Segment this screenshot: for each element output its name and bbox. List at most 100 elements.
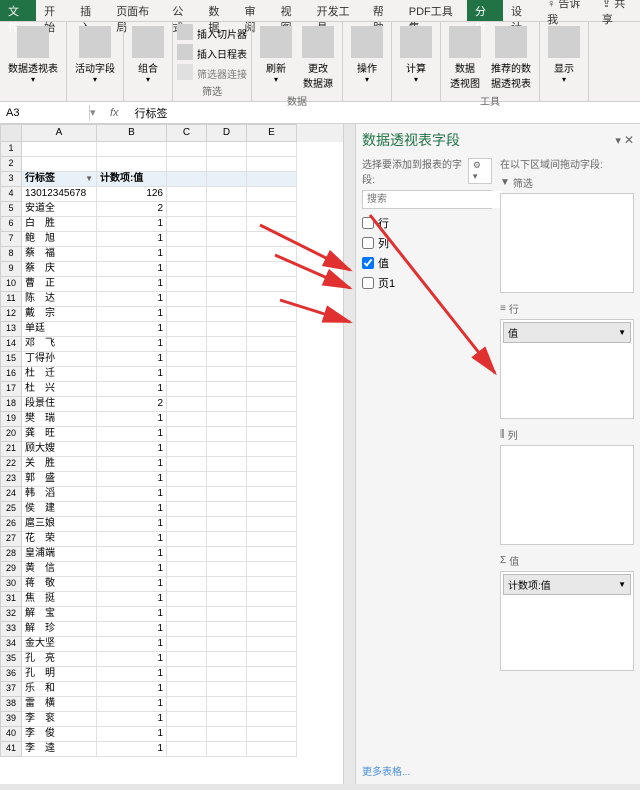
cell[interactable] — [207, 187, 247, 202]
group-button[interactable]: 组合 ▾ — [128, 24, 168, 86]
cell[interactable]: 1 — [97, 487, 167, 502]
cell[interactable] — [207, 442, 247, 457]
cell[interactable] — [247, 142, 297, 157]
row-header[interactable]: 11 — [0, 292, 22, 307]
cell[interactable] — [207, 247, 247, 262]
field-item-page[interactable]: 页1 — [362, 273, 492, 293]
cell[interactable] — [167, 217, 207, 232]
cell[interactable]: 樊 瑞 — [22, 412, 97, 427]
row-header[interactable]: 21 — [0, 442, 22, 457]
cell[interactable] — [167, 547, 207, 562]
row-header[interactable]: 13 — [0, 322, 22, 337]
row-header[interactable]: 12 — [0, 307, 22, 322]
cell[interactable] — [167, 607, 207, 622]
cell[interactable]: 孔 亮 — [22, 652, 97, 667]
more-tables-link[interactable]: 更多表格... — [362, 763, 492, 778]
cell[interactable] — [247, 697, 297, 712]
cell[interactable] — [167, 622, 207, 637]
cell[interactable] — [207, 487, 247, 502]
cell[interactable] — [207, 652, 247, 667]
cell[interactable] — [22, 157, 97, 172]
cell[interactable] — [207, 562, 247, 577]
cell[interactable]: 顾大嫂 — [22, 442, 97, 457]
cell[interactable]: 1 — [97, 682, 167, 697]
cell[interactable]: 蒋 敬 — [22, 577, 97, 592]
cell[interactable] — [207, 667, 247, 682]
cell[interactable] — [97, 157, 167, 172]
cell[interactable]: 1 — [97, 517, 167, 532]
cell[interactable] — [167, 412, 207, 427]
cell[interactable] — [167, 247, 207, 262]
row-header[interactable]: 18 — [0, 397, 22, 412]
cell[interactable] — [207, 142, 247, 157]
row-header[interactable]: 33 — [0, 622, 22, 637]
cell[interactable] — [207, 742, 247, 757]
cell[interactable]: 段景住 — [22, 397, 97, 412]
cell[interactable]: 1 — [97, 412, 167, 427]
cell[interactable] — [207, 157, 247, 172]
cell[interactable] — [247, 427, 297, 442]
cell[interactable]: 焦 挺 — [22, 592, 97, 607]
tab-analyze[interactable]: 分析 — [467, 0, 503, 21]
tab-home[interactable]: 开始 — [36, 0, 72, 21]
refresh-button[interactable]: 刷新 ▾ — [256, 24, 296, 86]
pivottable-button[interactable]: 数据透视表 ▾ — [4, 24, 62, 86]
cell[interactable]: 蔡 福 — [22, 247, 97, 262]
pivotchart-button[interactable]: 数据 透视图 — [445, 24, 485, 92]
cell[interactable]: 李 逵 — [22, 742, 97, 757]
cell[interactable] — [247, 472, 297, 487]
fx-icon[interactable]: fx — [110, 107, 119, 119]
cell[interactable] — [207, 217, 247, 232]
row-header[interactable]: 14 — [0, 337, 22, 352]
cell[interactable] — [207, 697, 247, 712]
cell[interactable]: 1 — [97, 547, 167, 562]
cell[interactable] — [207, 607, 247, 622]
cell[interactable]: 鲍 旭 — [22, 232, 97, 247]
cell[interactable] — [167, 532, 207, 547]
cell[interactable]: 花 荣 — [22, 532, 97, 547]
cell[interactable]: 曹 正 — [22, 277, 97, 292]
cell[interactable] — [247, 742, 297, 757]
cell[interactable] — [167, 697, 207, 712]
cell[interactable] — [207, 577, 247, 592]
cell[interactable] — [167, 637, 207, 652]
cell[interactable] — [247, 232, 297, 247]
col-header-e[interactable]: E — [247, 124, 297, 142]
activefield-button[interactable]: 活动字段 ▾ — [71, 24, 119, 86]
cell[interactable] — [167, 337, 207, 352]
row-header[interactable]: 8 — [0, 247, 22, 262]
name-box[interactable]: A3 — [0, 105, 90, 121]
cell[interactable] — [247, 262, 297, 277]
cell[interactable] — [207, 682, 247, 697]
field-search-input[interactable] — [363, 191, 503, 208]
change-source-button[interactable]: 更改 数据源 — [298, 24, 338, 92]
cell[interactable]: 1 — [97, 502, 167, 517]
tab-review[interactable]: 审阅 — [236, 0, 272, 21]
cell[interactable] — [207, 712, 247, 727]
cell[interactable] — [247, 502, 297, 517]
cell[interactable] — [167, 472, 207, 487]
row-header[interactable]: 5 — [0, 202, 22, 217]
recommended-button[interactable]: 推荐的数 据透视表 — [487, 24, 535, 92]
cell[interactable] — [207, 202, 247, 217]
cell[interactable] — [247, 292, 297, 307]
val-field-item[interactable]: 计数项:值 ▼ — [503, 574, 631, 595]
row-header[interactable]: 24 — [0, 487, 22, 502]
cell[interactable] — [167, 457, 207, 472]
cell[interactable] — [247, 592, 297, 607]
row-header[interactable]: 28 — [0, 547, 22, 562]
cell[interactable]: 关 胜 — [22, 457, 97, 472]
calc-button[interactable]: 计算 ▾ — [396, 24, 436, 86]
row-header[interactable]: 37 — [0, 682, 22, 697]
cell[interactable]: 解 珍 — [22, 622, 97, 637]
cell[interactable]: 1 — [97, 472, 167, 487]
cell[interactable]: 1 — [97, 532, 167, 547]
cell[interactable]: 金大坚 — [22, 637, 97, 652]
cell[interactable]: 1 — [97, 292, 167, 307]
row-header[interactable]: 27 — [0, 532, 22, 547]
row-header[interactable]: 41 — [0, 742, 22, 757]
cell[interactable] — [247, 727, 297, 742]
cell[interactable]: 杜 兴 — [22, 382, 97, 397]
cell[interactable] — [247, 532, 297, 547]
cell[interactable]: 1 — [97, 712, 167, 727]
